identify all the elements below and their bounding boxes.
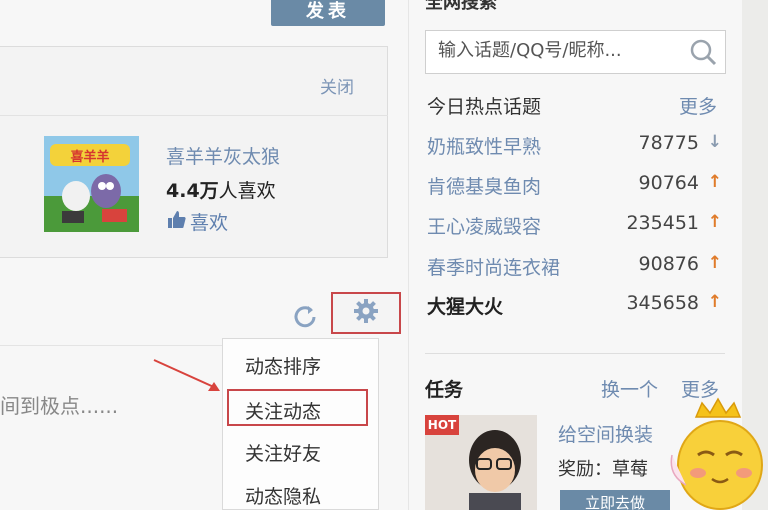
hot-topics-title: 今日热点话题 — [427, 96, 542, 118]
task-reward: 奖励：草莓 — [558, 459, 648, 480]
close-link[interactable]: 关闭 — [320, 73, 354, 98]
search-input[interactable] — [438, 40, 678, 61]
task-thumbnail[interactable]: HOT — [425, 415, 537, 510]
game-title-link[interactable]: 喜羊羊灰太狼 — [166, 142, 280, 169]
tasks-switch-link[interactable]: 换一个 — [601, 375, 658, 402]
trend-down-icon: ↓ — [707, 132, 722, 152]
divider — [0, 115, 388, 116]
trend-up-icon: ↑ — [707, 172, 722, 192]
divider — [0, 345, 230, 346]
hot-topic-count: 90764 — [638, 172, 699, 194]
search-box — [425, 30, 726, 74]
menu-item-follow-friends[interactable]: 关注好友 — [245, 439, 321, 466]
trend-up-icon: ↑ — [707, 292, 722, 312]
hot-topic-name[interactable]: 春季时尚连衣裙 — [427, 253, 560, 280]
search-icon[interactable] — [689, 38, 717, 70]
thumbs-up-icon — [166, 209, 186, 234]
hot-topics-more-link[interactable]: 更多 — [679, 92, 717, 119]
mascot-icon — [668, 395, 768, 510]
hot-topic-name[interactable]: 奶瓶致性早熟 — [427, 132, 541, 159]
search-title: 全网搜索 — [425, 0, 497, 13]
hot-topic-row[interactable]: 奶瓶致性早熟 78775 ↓ — [427, 132, 727, 162]
svg-text:喜羊羊: 喜羊羊 — [70, 149, 109, 165]
hot-badge: HOT — [425, 415, 459, 435]
hot-topic-name[interactable]: 王心凌威毁容 — [427, 212, 541, 239]
menu-item-privacy[interactable]: 动态隐私 — [245, 482, 321, 509]
divider — [425, 353, 725, 354]
hot-topic-count: 345658 — [626, 292, 699, 314]
hot-topic-row[interactable]: 肯德基臭鱼肉 90764 ↑ — [427, 172, 727, 202]
menu-item-sort[interactable]: 动态排序 — [245, 352, 321, 379]
tasks-title: 任务 — [425, 379, 464, 401]
highlight-box — [227, 389, 368, 426]
hot-topic-count: 78775 — [638, 132, 699, 154]
publish-button[interactable]: 发表 — [271, 0, 385, 26]
trend-up-icon: ↑ — [707, 212, 722, 232]
feed-post-text: 间到极点...... — [0, 394, 119, 418]
task-name-link[interactable]: 给空间换装 — [558, 420, 653, 447]
like-label: 喜欢 — [190, 212, 229, 234]
likes-number: 4.4万 — [166, 180, 219, 202]
hot-topic-name[interactable]: 大猩大火 — [427, 292, 503, 319]
hot-topic-row[interactable]: 春季时尚连衣裙 90876 ↑ — [427, 253, 727, 283]
like-button[interactable]: 喜欢 — [166, 208, 228, 235]
hot-topic-name[interactable]: 肯德基臭鱼肉 — [427, 172, 541, 199]
annotation-arrow — [150, 358, 230, 402]
gear-icon — [353, 298, 379, 328]
hot-topic-row[interactable]: 大猩大火 345658 ↑ — [427, 292, 727, 322]
likes-suffix: 人喜欢 — [218, 180, 276, 202]
hot-topic-row[interactable]: 王心凌威毁容 235451 ↑ — [427, 212, 727, 242]
trend-up-icon: ↑ — [707, 253, 722, 273]
hot-topic-count: 90876 — [638, 253, 699, 275]
hot-topic-count: 235451 — [626, 212, 699, 234]
game-thumbnail[interactable]: 喜羊羊 — [44, 136, 139, 232]
refresh-icon[interactable] — [292, 303, 318, 333]
task-do-button[interactable]: 立即去做 — [560, 490, 670, 510]
feed-settings-button[interactable] — [331, 292, 401, 334]
likes-count: 4.4万人喜欢 — [166, 176, 276, 203]
